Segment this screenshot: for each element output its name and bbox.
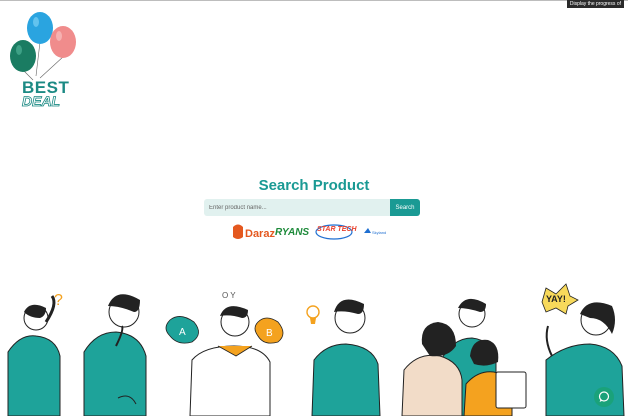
brand-ryans[interactable]: RYANS <box>275 227 309 238</box>
brand-logos: Daraz RYANS STAR TECH Skyland <box>233 224 386 241</box>
brand-label: STAR TECH <box>317 226 357 233</box>
brand-skyland[interactable]: Skyland <box>364 228 386 235</box>
logo-text-deal: DEAL <box>22 93 61 110</box>
person-thinking-1: ? <box>7 292 63 416</box>
people-illustration: ? A B O Y YAY! <box>7 283 625 416</box>
daraz-icon <box>233 224 243 239</box>
chat-bubble-icon <box>598 391 610 402</box>
bubble-b-label: B <box>266 328 273 339</box>
person-idea <box>306 299 381 416</box>
brand-label: Daraz <box>245 228 275 240</box>
person-thinking-2 <box>83 294 147 416</box>
brand-star-tech[interactable]: STAR TECH <box>315 224 357 240</box>
brand-daraz[interactable]: Daraz <box>233 224 275 241</box>
brand-label: Skyland <box>372 230 386 235</box>
skyland-icon <box>364 228 371 233</box>
search-form: Search <box>204 199 422 216</box>
bubble-a-label: A <box>179 327 186 338</box>
group-working <box>401 298 527 416</box>
search-input[interactable] <box>204 199 390 216</box>
yay-text: YAY! <box>546 294 566 304</box>
thought-text: O Y <box>222 291 236 300</box>
top-border <box>0 0 628 1</box>
chat-button[interactable] <box>594 387 614 407</box>
person-choosing: A B O Y <box>165 291 284 416</box>
tooltip: Display the progress of <box>566 0 624 8</box>
page-title: Search Product <box>258 177 370 194</box>
brand-label: RYANS <box>275 227 309 238</box>
search-button[interactable]: Search <box>390 199 420 216</box>
